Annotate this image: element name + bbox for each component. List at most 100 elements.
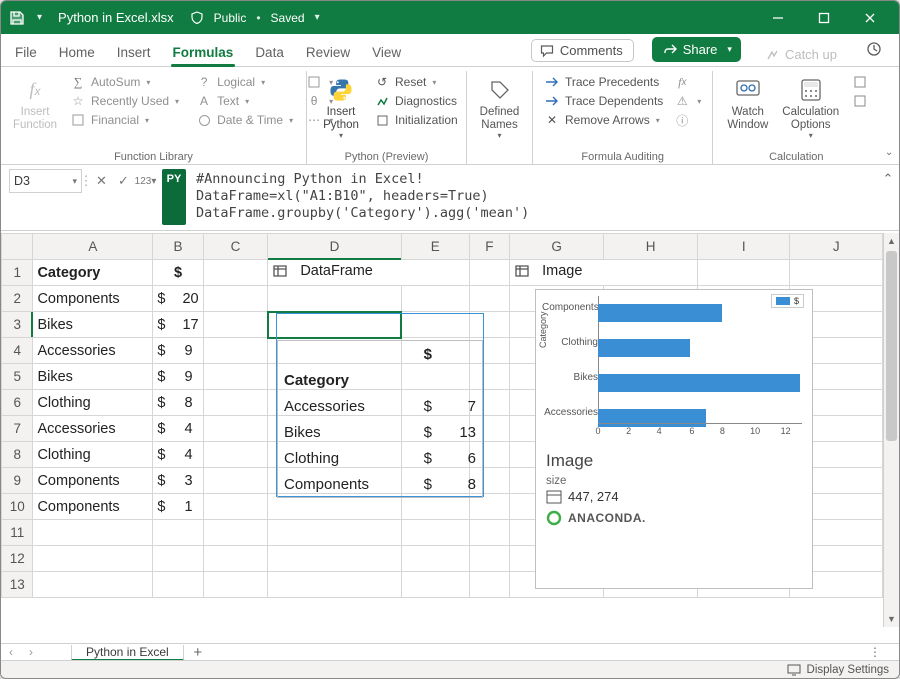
version-history-icon[interactable] <box>861 36 887 62</box>
save-state[interactable]: Saved <box>271 11 305 25</box>
cell-C1[interactable] <box>203 260 268 286</box>
trace-precedents-button[interactable]: Trace Precedents <box>541 73 665 91</box>
scroll-up-icon[interactable]: ▲ <box>884 233 899 249</box>
row-3[interactable]: 3 <box>2 312 33 338</box>
diagnostics-button[interactable]: Diagnostics <box>371 92 460 110</box>
add-sheet-button[interactable]: + <box>184 644 212 661</box>
recently-used-button[interactable]: ☆Recently Used▾ <box>67 92 181 110</box>
ribbon-collapse-icon[interactable]: ⌄ <box>879 71 899 164</box>
cell-B7[interactable]: $ 4 <box>153 416 203 442</box>
sheet-more-icon[interactable]: ⋮ <box>869 645 881 659</box>
datetime-button[interactable]: Date & Time▾ <box>193 111 295 129</box>
row-6[interactable]: 6 <box>2 390 33 416</box>
py-mode-icon[interactable]: 123▾ <box>134 169 156 193</box>
cell-I1[interactable] <box>698 260 790 286</box>
display-settings-button[interactable]: Display Settings <box>807 664 889 676</box>
tab-insert[interactable]: Insert <box>115 39 153 66</box>
row-12[interactable]: 12 <box>2 546 33 572</box>
cell-B4[interactable]: $ 9 <box>153 338 203 364</box>
formula-input[interactable]: #Announcing Python in Excel! DataFrame=x… <box>186 165 877 230</box>
remove-arrows-button[interactable]: ✕Remove Arrows▾ <box>541 111 665 129</box>
select-all-corner[interactable] <box>2 234 33 260</box>
calc-options-button[interactable]: Calculation Options ▾ <box>776 73 845 143</box>
cell-A6[interactable]: Clothing <box>33 390 153 416</box>
visibility-label[interactable]: Public <box>214 11 247 25</box>
col-J[interactable]: J <box>790 234 883 260</box>
col-B[interactable]: B <box>153 234 203 260</box>
cell-B3[interactable]: $ 17 <box>153 312 203 338</box>
tab-view[interactable]: View <box>370 39 403 66</box>
autosum-button[interactable]: ∑AutoSum▾ <box>67 73 181 91</box>
comments-button[interactable]: Comments <box>531 39 634 62</box>
reset-button[interactable]: ↺Reset▾ <box>371 73 460 91</box>
col-F[interactable]: F <box>469 234 509 260</box>
cell-B1[interactable]: $ <box>153 260 203 286</box>
sheet-prev-icon[interactable]: ‹ <box>1 645 21 659</box>
row-11[interactable]: 11 <box>2 520 33 546</box>
cell-A4[interactable]: Accessories <box>33 338 153 364</box>
row-4[interactable]: 4 <box>2 338 33 364</box>
cell-A10[interactable]: Components <box>33 494 153 520</box>
col-G[interactable]: G <box>510 234 604 260</box>
cell-D3[interactable] <box>268 312 401 338</box>
cell-A3[interactable]: Bikes <box>33 312 153 338</box>
tab-data[interactable]: Data <box>253 39 286 66</box>
scroll-thumb[interactable] <box>886 251 897 441</box>
error-check-icon[interactable]: ⚠▾ <box>671 92 703 110</box>
maximize-button[interactable] <box>801 1 847 34</box>
logical-button[interactable]: ?Logical▾ <box>193 73 295 91</box>
save-state-dropdown-icon[interactable]: ▾ <box>311 12 324 23</box>
cell-B2[interactable]: $ 20 <box>153 286 203 312</box>
evaluate-icon[interactable]: ⓘ <box>671 111 703 129</box>
share-button[interactable]: Share▾ <box>652 37 741 62</box>
col-H[interactable]: H <box>604 234 698 260</box>
worksheet[interactable]: A B C D E F G H I J 1 Category $ DataFra… <box>1 233 899 643</box>
col-E[interactable]: E <box>401 234 469 260</box>
cell-A7[interactable]: Accessories <box>33 416 153 442</box>
tab-home[interactable]: Home <box>57 39 97 66</box>
row-1[interactable]: 1 <box>2 260 33 286</box>
row-5[interactable]: 5 <box>2 364 33 390</box>
cell-B5[interactable]: $ 9 <box>153 364 203 390</box>
financial-button[interactable]: Financial▾ <box>67 111 181 129</box>
show-formulas-icon[interactable]: fx <box>671 73 703 91</box>
close-button[interactable] <box>847 1 893 34</box>
col-C[interactable]: C <box>203 234 268 260</box>
tab-review[interactable]: Review <box>304 39 352 66</box>
name-box[interactable]: D3▾ <box>9 169 82 193</box>
insert-python-button[interactable]: Insert Python ▾ <box>315 73 367 143</box>
sheet-tab-active[interactable]: Python in Excel <box>71 645 184 661</box>
watch-window-button[interactable]: Watch Window <box>721 73 774 133</box>
scroll-down-icon[interactable]: ▼ <box>884 611 899 627</box>
row-2[interactable]: 2 <box>2 286 33 312</box>
vertical-scrollbar[interactable]: ▲ ▼ <box>883 233 899 627</box>
quickaccess-dropdown-icon[interactable]: ▾ <box>33 12 46 23</box>
cancel-formula-icon[interactable]: ✕ <box>90 169 112 193</box>
row-7[interactable]: 7 <box>2 416 33 442</box>
col-I[interactable]: I <box>698 234 790 260</box>
enter-formula-icon[interactable]: ✓ <box>112 169 134 193</box>
expand-formula-icon[interactable]: ⌃ <box>877 165 899 230</box>
cell-B9[interactable]: $ 3 <box>153 468 203 494</box>
col-A[interactable]: A <box>33 234 153 260</box>
row-10[interactable]: 10 <box>2 494 33 520</box>
tab-file[interactable]: File <box>13 39 39 66</box>
cell-F1[interactable] <box>469 260 509 286</box>
sheet-next-icon[interactable]: › <box>21 645 41 659</box>
cell-J1[interactable] <box>790 260 883 286</box>
cell-A5[interactable]: Bikes <box>33 364 153 390</box>
save-icon[interactable] <box>7 8 27 28</box>
cell-G1[interactable]: Image <box>510 260 698 286</box>
cell-A8[interactable]: Clothing <box>33 442 153 468</box>
trace-dependents-button[interactable]: Trace Dependents <box>541 92 665 110</box>
row-8[interactable]: 8 <box>2 442 33 468</box>
minimize-button[interactable] <box>755 1 801 34</box>
cell-A9[interactable]: Components <box>33 468 153 494</box>
cell-D1[interactable]: DataFrame <box>268 260 469 286</box>
cell-B10[interactable]: $ 1 <box>153 494 203 520</box>
initialization-button[interactable]: Initialization <box>371 111 460 129</box>
defined-names-button[interactable]: Defined Names ▾ <box>474 73 526 143</box>
tab-formulas[interactable]: Formulas <box>171 39 236 66</box>
cell-B8[interactable]: $ 4 <box>153 442 203 468</box>
row-9[interactable]: 9 <box>2 468 33 494</box>
